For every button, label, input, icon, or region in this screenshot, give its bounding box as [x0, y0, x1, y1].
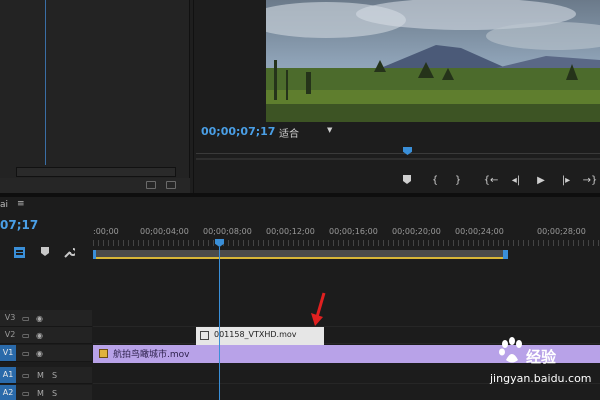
source-monitor-panel: [0, 0, 190, 193]
program-timecode[interactable]: 00;00;07;17: [201, 125, 275, 138]
step-back-icon[interactable]: ◂|: [508, 175, 524, 186]
program-scrub-bar[interactable]: [196, 158, 600, 160]
clip-name: 航拍鸟瞰城市.mov: [113, 350, 190, 360]
ruler-label: 00;00;16;00: [329, 227, 378, 236]
source-playhead-line: [45, 0, 46, 165]
timeline-ruler-labels[interactable]: :00;00 00;00;04;00 00;00;08;00 00;00;12;…: [93, 227, 600, 239]
track-label[interactable]: A2: [0, 385, 16, 400]
source-scrollbar[interactable]: [16, 167, 176, 177]
landscape-video-image: [266, 0, 600, 122]
clip-fx-icon: [99, 349, 108, 358]
track-header-v2: V2 ▭ ◉: [0, 327, 92, 344]
ruler-label: 00;00;28;00: [537, 227, 586, 236]
track-header-a1: A1 ▭ M S: [0, 367, 92, 384]
watermark-text: 经验: [526, 348, 557, 366]
film-icon[interactable]: ▭: [22, 314, 30, 323]
out-point-icon[interactable]: }: [450, 175, 466, 186]
film-icon[interactable]: ▭: [22, 349, 30, 358]
eye-icon[interactable]: ◉: [36, 331, 43, 340]
work-area-bar[interactable]: [93, 250, 506, 259]
track-header-v1: V1 ▭ ◉: [0, 345, 92, 362]
work-area-start-handle[interactable]: [93, 250, 96, 259]
sync-lock-icon[interactable]: ▭: [22, 371, 30, 380]
ruler-label: 00;00;24;00: [455, 227, 504, 236]
track-lane-v3[interactable]: [93, 310, 600, 327]
sync-lock-icon[interactable]: ▭: [22, 389, 30, 398]
clip-name: 001158_VTXHD.mov: [214, 330, 297, 339]
eye-icon[interactable]: ◉: [36, 349, 43, 358]
ruler-label: 00;00;12;00: [266, 227, 315, 236]
track-label[interactable]: A1: [0, 367, 16, 383]
mute-button[interactable]: M: [37, 371, 44, 380]
zoom-fit-dropdown[interactable]: 适合 ▼: [279, 124, 337, 140]
annotation-arrow-icon: [311, 291, 327, 330]
add-marker-icon[interactable]: [41, 247, 49, 259]
insert-icon[interactable]: [146, 181, 156, 189]
wrench-icon[interactable]: [64, 247, 77, 261]
ruler-label: :00;00: [93, 227, 119, 236]
dropdown-arrow-icon: ▼: [327, 126, 333, 134]
work-area-end-handle[interactable]: [503, 250, 508, 259]
solo-button[interactable]: S: [52, 371, 57, 380]
timeline-timecode[interactable]: 07;17: [0, 218, 38, 232]
mute-button[interactable]: M: [37, 389, 44, 398]
track-header-v3: V3 ▭ ◉: [0, 310, 92, 327]
program-video-frame: [266, 0, 600, 122]
export-frame-icon[interactable]: [166, 181, 176, 189]
marker-icon[interactable]: [399, 175, 415, 187]
eye-icon[interactable]: ◉: [36, 314, 43, 323]
timeline-playhead-line: [219, 247, 220, 400]
ruler-label: 00;00;20;00: [392, 227, 441, 236]
go-to-out-icon[interactable]: →}: [582, 175, 598, 186]
in-point-icon[interactable]: {: [427, 175, 443, 186]
source-bottom-bar: [0, 178, 190, 193]
program-time-ruler[interactable]: [196, 147, 600, 155]
track-label[interactable]: V2: [2, 327, 18, 343]
timeline-ruler-ticks[interactable]: [93, 240, 600, 246]
clip-v2[interactable]: 001158_VTXHD.mov: [196, 327, 324, 345]
track-label[interactable]: V3: [2, 310, 18, 326]
ruler-label: 00;00;04;00: [140, 227, 189, 236]
snap-icon[interactable]: [14, 247, 25, 261]
film-icon[interactable]: ▭: [22, 331, 30, 340]
track-header-a2: A2 ▭ M S: [0, 385, 92, 400]
clip-fx-icon: [200, 331, 209, 340]
hamburger-icon[interactable]: ≡: [17, 199, 25, 209]
sequence-tab-title[interactable]: ai: [0, 200, 8, 210]
track-label[interactable]: V1: [0, 345, 16, 361]
watermark-url: jingyan.baidu.com: [490, 372, 592, 385]
step-forward-icon[interactable]: |▸: [558, 175, 574, 186]
play-icon[interactable]: ▶: [533, 175, 549, 186]
track-lane-a2[interactable]: [93, 385, 600, 400]
baidu-paw-logo-icon: [497, 336, 527, 369]
zoom-fit-label: 适合: [279, 129, 299, 140]
ruler-label: 00;00;08;00: [203, 227, 252, 236]
go-to-in-icon[interactable]: {←: [483, 175, 499, 186]
solo-button[interactable]: S: [52, 389, 57, 398]
